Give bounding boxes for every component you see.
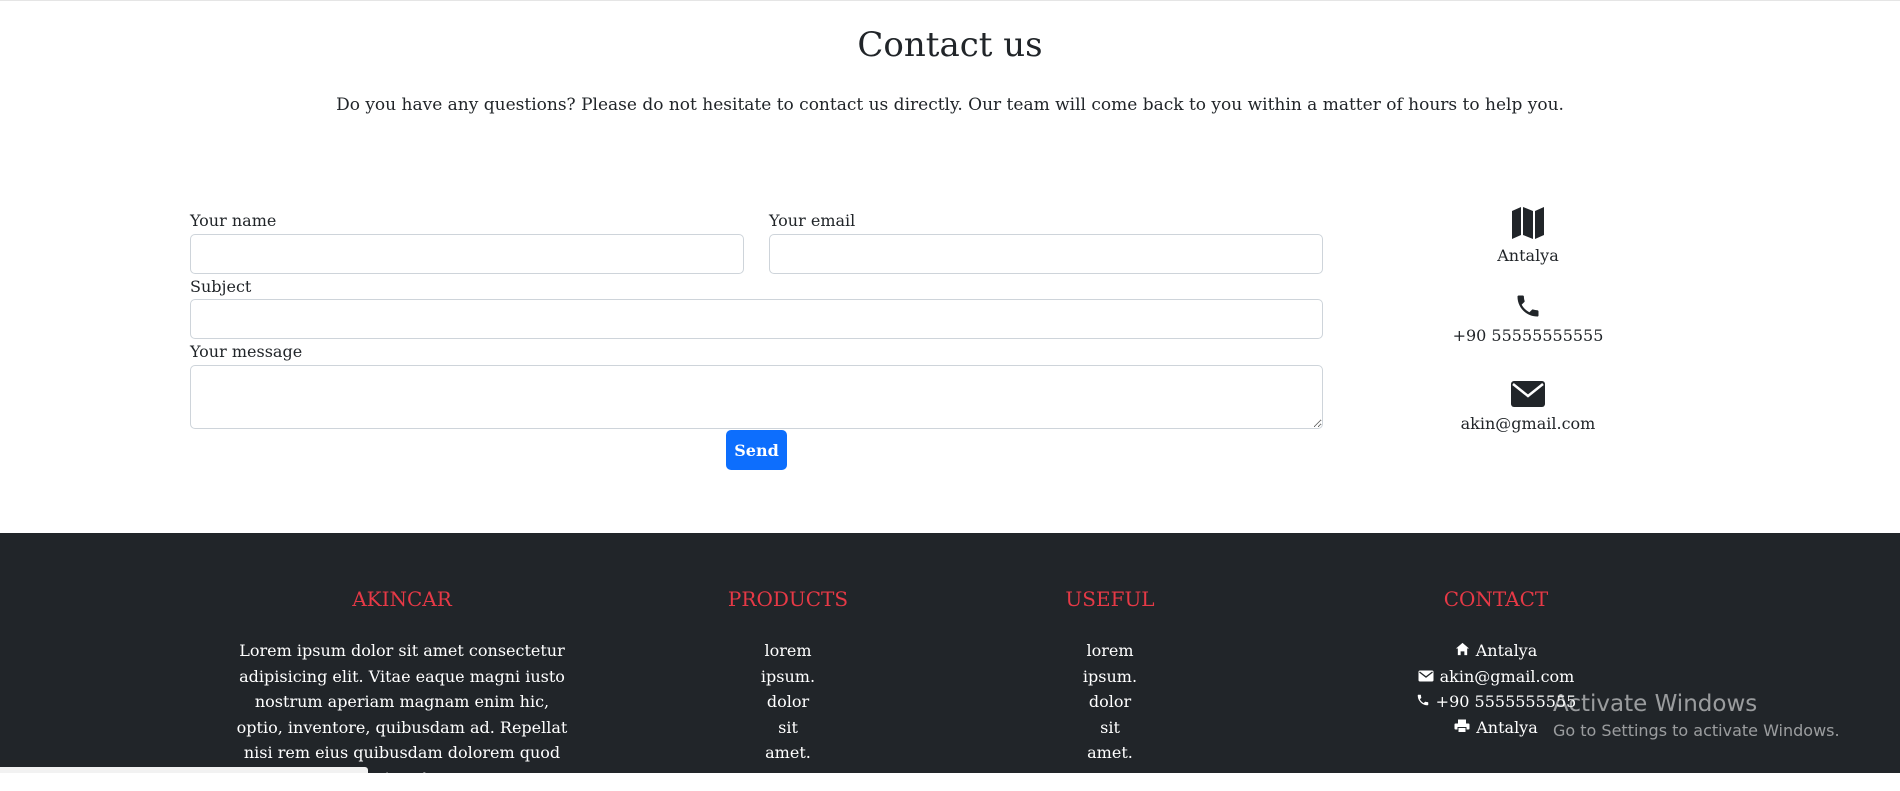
footer-product-link[interactable]: dolor	[688, 689, 888, 715]
contact-info-location: Antalya	[1378, 206, 1678, 265]
footer-contact-item: akin@gmail.com	[1346, 664, 1646, 690]
phone-text: +90 55555555555	[1452, 326, 1604, 345]
footer-useful-list: lorem ipsum. dolor sit amet.	[1010, 638, 1210, 766]
footer-contact-address: Antalya	[1475, 641, 1538, 660]
email-text: akin@gmail.com	[1460, 414, 1596, 433]
footer-product-link[interactable]: ipsum.	[688, 664, 888, 690]
horizontal-scrollbar[interactable]	[0, 767, 368, 773]
print-icon	[1454, 715, 1470, 741]
contact-info-phone: +90 55555555555	[1378, 292, 1678, 345]
send-button[interactable]: Send	[726, 430, 787, 470]
contact-section: Contact us Do you have any questions? Pl…	[0, 0, 1900, 534]
footer-heading-useful: USEFUL	[1065, 587, 1155, 611]
activate-windows-watermark: Activate Windows Go to Settings to activ…	[1553, 691, 1840, 740]
footer-product-link[interactable]: amet.	[688, 740, 888, 766]
footer-products-list: lorem ipsum. dolor sit amet.	[688, 638, 888, 766]
map-icon	[1378, 206, 1678, 240]
footer-useful-link[interactable]: lorem	[1010, 638, 1210, 664]
activate-windows-title: Activate Windows	[1553, 691, 1758, 717]
name-input[interactable]	[190, 234, 744, 274]
footer-useful-link[interactable]: sit	[1010, 715, 1210, 741]
subject-label: Subject	[190, 277, 252, 296]
phone-icon	[1416, 689, 1430, 715]
contact-info-email: akin@gmail.com	[1378, 380, 1678, 433]
email-input[interactable]	[769, 234, 1323, 274]
envelope-icon	[1378, 380, 1678, 408]
subject-input[interactable]	[190, 299, 1323, 339]
footer-useful-link[interactable]: ipsum.	[1010, 664, 1210, 690]
footer-heading-akincar: AKINCAR	[352, 587, 452, 611]
footer-heading-contact: CONTACT	[1443, 587, 1549, 611]
envelope-icon	[1418, 664, 1434, 690]
message-label: Your message	[190, 342, 303, 361]
page-title: Contact us	[857, 25, 1043, 65]
location-text: Antalya	[1497, 246, 1559, 265]
footer-useful-link[interactable]: dolor	[1010, 689, 1210, 715]
intro-text: Do you have any questions? Please do not…	[336, 95, 1564, 115]
activate-windows-subtitle: Go to Settings to activate Windows.	[1553, 721, 1840, 740]
footer-product-link[interactable]: sit	[688, 715, 888, 741]
email-label: Your email	[769, 211, 856, 230]
footer-product-link[interactable]: lorem	[688, 638, 888, 664]
name-label: Your name	[190, 211, 277, 230]
footer-useful-link[interactable]: amet.	[1010, 740, 1210, 766]
message-textarea[interactable]	[190, 365, 1323, 429]
home-icon	[1455, 638, 1470, 664]
footer-contact-fax: Antalya	[1476, 717, 1538, 737]
footer-heading-products: PRODUCTS	[727, 587, 849, 611]
footer-contact-item: Antalya	[1346, 638, 1646, 664]
footer-contact-email: akin@gmail.com	[1439, 666, 1575, 686]
phone-icon	[1378, 292, 1678, 320]
